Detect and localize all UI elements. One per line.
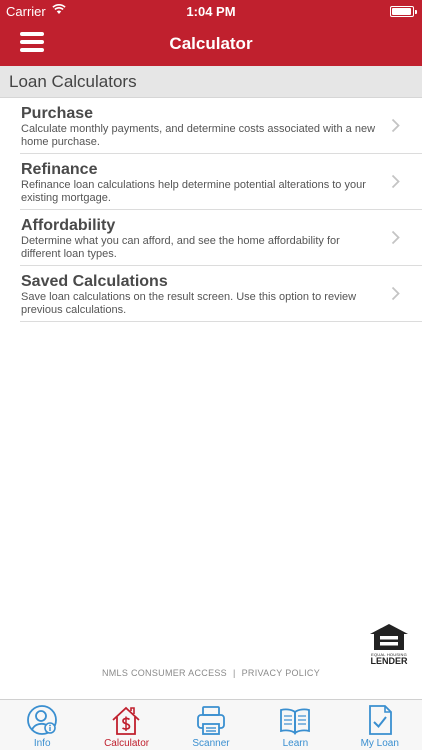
item-description: Determine what you can afford, and see t… — [21, 235, 340, 260]
section-header-label: Loan Calculators — [9, 72, 137, 91]
nav-bar: Calculator — [0, 22, 422, 66]
tab-my-loan[interactable]: My Loan — [338, 700, 422, 750]
tab-label: My Loan — [360, 738, 399, 749]
item-title: Saved Calculations — [21, 273, 168, 290]
tab-learn[interactable]: Learn — [253, 700, 337, 750]
page-title: Calculator — [169, 34, 253, 53]
book-icon — [280, 708, 311, 735]
list-item-purchase[interactable]: Purchase Calculate monthly payments, and… — [20, 98, 422, 154]
tab-label: Learn — [282, 738, 309, 749]
info-user-icon — [27, 705, 57, 735]
logo-caption-big: LENDER — [370, 656, 408, 666]
tab-info[interactable]: Info — [0, 700, 84, 750]
item-description: Refinance loan calculations help determi… — [21, 179, 366, 204]
chevron-right-icon — [391, 118, 400, 133]
house-dollar-icon — [112, 706, 141, 735]
clock: 1:04 PM — [186, 4, 236, 19]
document-check-icon — [368, 705, 392, 735]
item-title: Purchase — [21, 105, 94, 122]
chevron-right-icon — [391, 230, 400, 245]
item-description: Save loan calculations on the result scr… — [21, 291, 357, 316]
chevron-right-icon — [391, 286, 400, 301]
scanner-icon — [196, 706, 225, 735]
battery-icon — [390, 6, 417, 17]
footer-links: NMLS CONSUMER ACCESS | PRIVACY POLICY — [0, 668, 422, 678]
item-description: Calculate monthly payments, and determin… — [21, 123, 376, 148]
tab-label: Calculator — [104, 738, 150, 749]
calculator-list: Purchase Calculate monthly payments, and… — [0, 98, 422, 322]
tab-scanner[interactable]: Scanner — [169, 700, 253, 750]
item-title: Refinance — [21, 161, 98, 178]
footer-separator: | — [232, 668, 236, 678]
list-item-saved-calculations[interactable]: Saved Calculations Save loan calculation… — [20, 266, 422, 322]
list-item-affordability[interactable]: Affordability Determine what you can aff… — [20, 210, 422, 266]
item-title: Affordability — [21, 217, 116, 234]
tab-bar: Info Calculator Scanner Learn My Loan — [0, 699, 422, 750]
equal-housing-lender-logo: EQUAL HOUSING LENDER — [367, 622, 411, 666]
privacy-policy-link[interactable]: PRIVACY POLICY — [242, 668, 320, 678]
equal-housing-icon — [370, 624, 408, 650]
tab-label: Scanner — [192, 738, 230, 749]
list-item-refinance[interactable]: Refinance Refinance loan calculations he… — [20, 154, 422, 210]
tab-label: Info — [33, 738, 51, 749]
section-header: Loan Calculators — [0, 66, 422, 98]
tab-calculator[interactable]: Calculator — [84, 700, 168, 750]
status-bar: Carrier 1:04 PM — [0, 0, 422, 22]
nmls-consumer-access-link[interactable]: NMLS CONSUMER ACCESS — [102, 668, 227, 678]
chevron-right-icon — [391, 174, 400, 189]
